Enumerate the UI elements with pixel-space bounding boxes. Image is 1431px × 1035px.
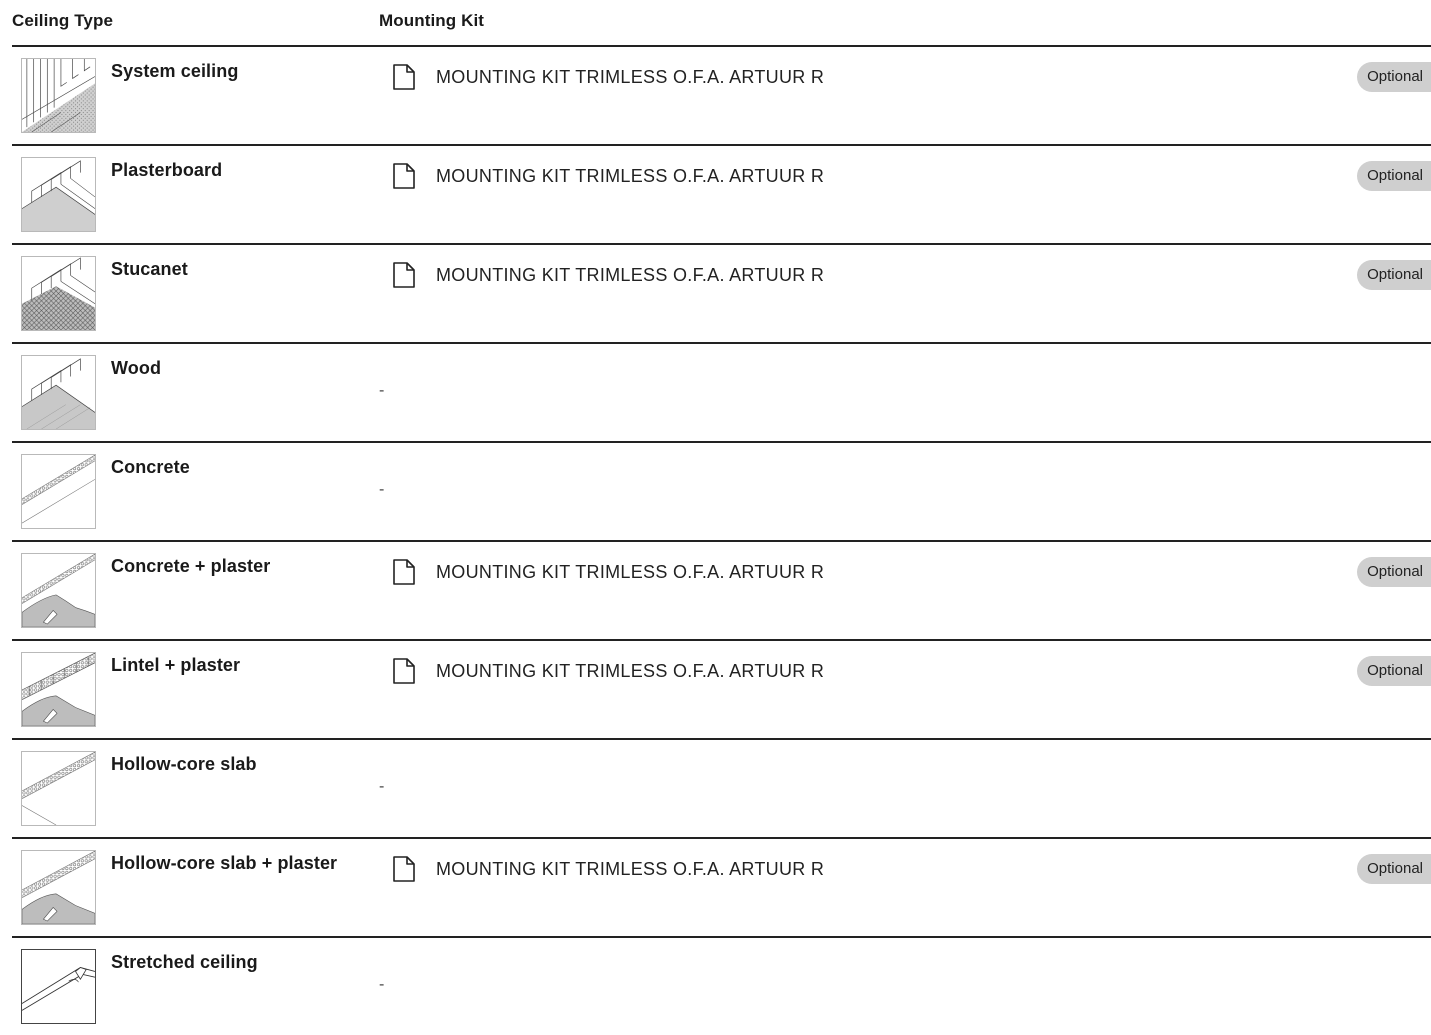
document-icon [393,559,415,585]
mounting-kit-name: MOUNTING KIT TRIMLESS O.F.A. ARTUUR R [436,858,825,879]
no-mounting-kit: - [379,976,385,993]
optional-badge: Optional [1357,854,1431,884]
table-row: Plasterboard MOUNTING KIT TRIMLESS O.F.A… [12,146,1431,245]
document-icon [393,262,415,288]
no-mounting-kit: - [379,778,385,795]
document-icon [393,658,415,684]
table-row: Lintel + plaster MOUNTING KIT TRIMLESS O… [12,641,1431,740]
mounting-kit-name: MOUNTING KIT TRIMLESS O.F.A. ARTUUR R [436,660,825,681]
optional-badge: Optional [1357,260,1431,290]
ceiling-type-label: Plasterboard [111,160,223,180]
header-mounting-kit: Mounting Kit [379,11,485,30]
stucanet-illustration [21,256,96,331]
ceiling-type-label: Hollow-core slab [111,754,257,774]
ceiling-type-label: Hollow-core slab + plaster [111,853,338,873]
document-icon [393,856,415,882]
table-row: System ceiling MOUNTING KIT TRIMLESS O.F… [12,47,1431,146]
optional-badge: Optional [1357,656,1431,686]
ceiling-type-label: Wood [111,358,162,378]
concrete-plaster-illustration [21,553,96,628]
ceiling-mounting-table: Ceiling Type Mounting Kit System ceiling… [12,0,1431,1035]
optional-badge: Optional [1357,62,1431,92]
mounting-kit-link[interactable]: MOUNTING KIT TRIMLESS O.F.A. ARTUUR R [392,657,824,685]
table-row: Concrete + plaster MOUNTING KIT TRIMLESS… [12,542,1431,641]
ceiling-type-label: Concrete [111,457,190,477]
stretched-ceiling-illustration [21,949,96,1024]
header-ceiling-type: Ceiling Type [12,11,114,30]
mounting-kit-name: MOUNTING KIT TRIMLESS O.F.A. ARTUUR R [436,561,825,582]
ceiling-type-label: Lintel + plaster [111,655,241,675]
ceiling-type-label: System ceiling [111,61,239,81]
ceiling-type-label: Stretched ceiling [111,952,258,972]
mounting-kit-link[interactable]: MOUNTING KIT TRIMLESS O.F.A. ARTUUR R [392,261,824,289]
table-header: Ceiling Type Mounting Kit [12,0,1431,47]
table-row: Hollow-core slab + plaster MOUNTING KIT … [12,839,1431,938]
table-row: Stretched ceiling - [12,938,1431,1035]
table-row: Hollow-core slab - [12,740,1431,839]
system-ceiling-illustration [21,58,96,133]
document-icon [393,163,415,189]
hollow-core-slab-illustration [21,751,96,826]
table-row: Concrete - [12,443,1431,542]
no-mounting-kit: - [379,481,385,498]
mounting-kit-link[interactable]: MOUNTING KIT TRIMLESS O.F.A. ARTUUR R [392,162,824,190]
document-icon [393,64,415,90]
wood-illustration [21,355,96,430]
ceiling-type-label: Concrete + plaster [111,556,271,576]
plasterboard-illustration [21,157,96,232]
mounting-kit-link[interactable]: MOUNTING KIT TRIMLESS O.F.A. ARTUUR R [392,63,824,91]
optional-badge: Optional [1357,161,1431,191]
mounting-kit-name: MOUNTING KIT TRIMLESS O.F.A. ARTUUR R [436,165,825,186]
mounting-kit-link[interactable]: MOUNTING KIT TRIMLESS O.F.A. ARTUUR R [392,558,824,586]
concrete-illustration [21,454,96,529]
mounting-kit-name: MOUNTING KIT TRIMLESS O.F.A. ARTUUR R [436,264,825,285]
table-row: Wood - [12,344,1431,443]
lintel-plaster-illustration [21,652,96,727]
mounting-kit-link[interactable]: MOUNTING KIT TRIMLESS O.F.A. ARTUUR R [392,855,824,883]
no-mounting-kit: - [379,382,385,399]
optional-badge: Optional [1357,557,1431,587]
ceiling-type-label: Stucanet [111,259,188,279]
table-row: Stucanet MOUNTING KIT TRIMLESS O.F.A. AR… [12,245,1431,344]
hollow-core-slab-plaster-illustration [21,850,96,925]
mounting-kit-name: MOUNTING KIT TRIMLESS O.F.A. ARTUUR R [436,66,825,87]
